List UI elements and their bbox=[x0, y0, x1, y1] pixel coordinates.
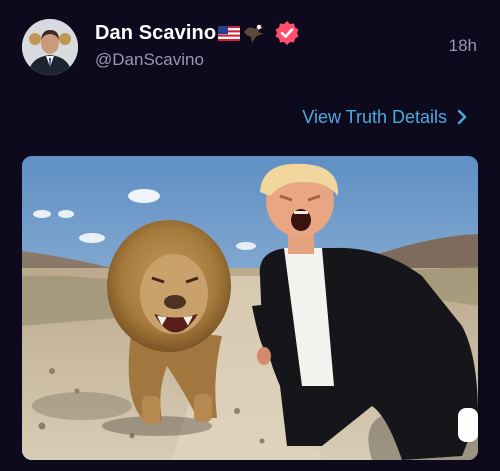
author-name-row: Dan Scavino bbox=[95, 20, 300, 46]
media-illustration bbox=[22, 156, 478, 460]
avatar[interactable] bbox=[22, 19, 78, 75]
eagle-icon bbox=[242, 22, 266, 44]
post-timestamp[interactable]: 18h bbox=[449, 36, 477, 56]
view-truth-details-label: View Truth Details bbox=[302, 106, 447, 127]
author-handle[interactable]: @DanScavino bbox=[95, 50, 204, 70]
post-header: Dan Scavino @DanScavino 18h bbox=[0, 0, 500, 90]
view-truth-details-link[interactable]: View Truth Details bbox=[302, 105, 467, 129]
avatar-image bbox=[22, 19, 78, 75]
us-flag-icon bbox=[218, 25, 241, 41]
post-media-image[interactable] bbox=[22, 156, 478, 460]
verified-badge-icon bbox=[274, 20, 300, 46]
chevron-right-icon bbox=[457, 109, 467, 125]
author-display-name[interactable]: Dan Scavino bbox=[95, 22, 216, 45]
